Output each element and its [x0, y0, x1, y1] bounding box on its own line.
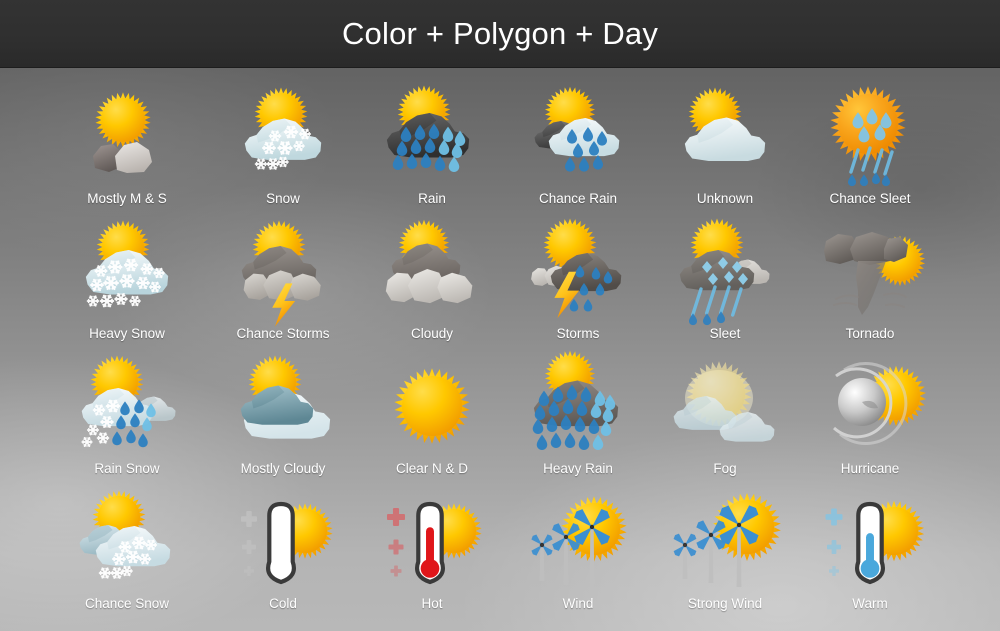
heavy-snow-icon	[57, 219, 197, 327]
icon-label-mostly-cloudy: Mostly Cloudy	[240, 461, 326, 476]
icon-label-cold: Cold	[269, 596, 297, 611]
icon-label-unknown: Unknown	[696, 191, 754, 206]
icon-label-hurricane: Hurricane	[840, 461, 900, 476]
weather-icon-cell-heavy-rain[interactable]: Heavy Rain	[503, 350, 653, 486]
chance-storms-icon	[213, 219, 353, 327]
icon-grid: Mostly M & S Snow Rain Chance Rain Unknown Ch…	[0, 68, 1000, 631]
weather-icon-cell-warm[interactable]: Warm	[795, 485, 945, 621]
icon-label-chance-sleet: Chance Sleet	[829, 191, 911, 206]
weather-icon-cell-heavy-snow[interactable]: Heavy Snow	[52, 215, 202, 351]
weather-icon-cell-cloudy[interactable]: Cloudy	[357, 215, 507, 351]
icon-label-warm: Warm	[852, 596, 888, 611]
weather-icon-cell-tornado[interactable]: Tornado	[795, 215, 945, 351]
weather-icon-cell-rain[interactable]: Rain	[357, 80, 507, 216]
rain-icon	[362, 84, 502, 192]
wind-icon	[508, 489, 648, 597]
mostly-cloudy-icon	[213, 354, 353, 462]
weather-icon-cell-mostly-cloudy[interactable]: Mostly Cloudy	[208, 350, 358, 486]
hot-icon	[362, 489, 502, 597]
icon-label-heavy-rain: Heavy Rain	[543, 461, 613, 476]
weather-icon-cell-chance-sleet[interactable]: Chance Sleet	[795, 80, 945, 216]
sleet-icon	[655, 218, 795, 327]
icon-label-heavy-snow: Heavy Snow	[89, 326, 165, 341]
weather-icon-cell-hurricane[interactable]: Hurricane	[795, 350, 945, 486]
chance-rain-icon	[508, 84, 648, 192]
weather-icon-cell-mostly-m-and-s[interactable]: Mostly M & S	[52, 80, 202, 216]
page-title: Color + Polygon + Day	[341, 16, 659, 51]
clear-n-and-d-icon	[362, 354, 502, 462]
icon-label-hot: Hot	[421, 596, 443, 611]
snow-icon	[213, 84, 353, 192]
icon-label-chance-storms: Chance Storms	[236, 326, 330, 341]
weather-icon-cell-sleet[interactable]: Sleet	[650, 215, 800, 351]
fog-icon	[655, 354, 795, 462]
weather-icon-cell-hot[interactable]: Hot	[357, 485, 507, 621]
page-header: Color + Polygon + Day	[0, 0, 1000, 68]
weather-icon-cell-chance-snow[interactable]: Chance Snow	[52, 485, 202, 621]
weather-icon-cell-rain-snow[interactable]: Rain Snow	[52, 350, 202, 486]
chance-snow-icon	[57, 489, 197, 597]
icon-label-fog: Fog	[713, 461, 737, 476]
weather-icon-cell-fog[interactable]: Fog	[650, 350, 800, 486]
weather-icon-cell-unknown[interactable]: Unknown	[650, 80, 800, 216]
weather-icon-cell-storms[interactable]: Storms	[503, 215, 653, 351]
weather-icon-cell-cold[interactable]: Cold	[208, 485, 358, 621]
weather-icon-cell-strong-wind[interactable]: Strong Wind	[650, 485, 800, 621]
icon-label-snow: Snow	[266, 191, 300, 206]
weather-icon-cell-chance-storms[interactable]: Chance Storms	[208, 215, 358, 351]
chance-sleet-icon	[800, 84, 940, 192]
icon-label-cloudy: Cloudy	[410, 326, 454, 341]
rain-snow-icon	[57, 354, 197, 462]
weather-icon-cell-clear-n-and-d[interactable]: Clear N & D	[357, 350, 507, 486]
icon-label-wind: Wind	[562, 596, 594, 611]
weather-icon-cell-wind[interactable]: Wind	[503, 485, 653, 621]
icon-label-sleet: Sleet	[709, 326, 741, 341]
icon-label-chance-rain: Chance Rain	[538, 191, 618, 206]
weather-icon-cell-snow[interactable]: Snow	[208, 80, 358, 216]
storms-icon	[508, 218, 648, 327]
icon-label-chance-snow: Chance Snow	[84, 596, 170, 611]
hurricane-icon	[800, 354, 940, 462]
unknown-icon	[655, 84, 795, 192]
icon-label-tornado: Tornado	[845, 326, 895, 341]
icon-label-mostly-m-and-s: Mostly M & S	[87, 191, 167, 206]
icon-label-rain-snow: Rain Snow	[94, 461, 160, 476]
strong-wind-icon	[655, 489, 795, 597]
icon-label-rain: Rain	[418, 191, 446, 206]
icon-label-clear-n-and-d: Clear N & D	[395, 461, 468, 476]
tornado-icon	[800, 219, 940, 327]
weather-icon-cell-chance-rain[interactable]: Chance Rain	[503, 80, 653, 216]
cold-icon	[213, 489, 353, 597]
icon-label-strong-wind: Strong Wind	[687, 596, 763, 611]
icon-label-storms: Storms	[556, 326, 600, 341]
mostly-m-and-s-icon	[57, 84, 197, 192]
cloudy-icon	[362, 219, 502, 327]
warm-icon	[800, 489, 940, 597]
heavy-rain-icon	[508, 350, 648, 462]
weather-icon-sheet: Color + Polygon + Day Mostly M & S Snow Ra…	[0, 0, 1000, 631]
